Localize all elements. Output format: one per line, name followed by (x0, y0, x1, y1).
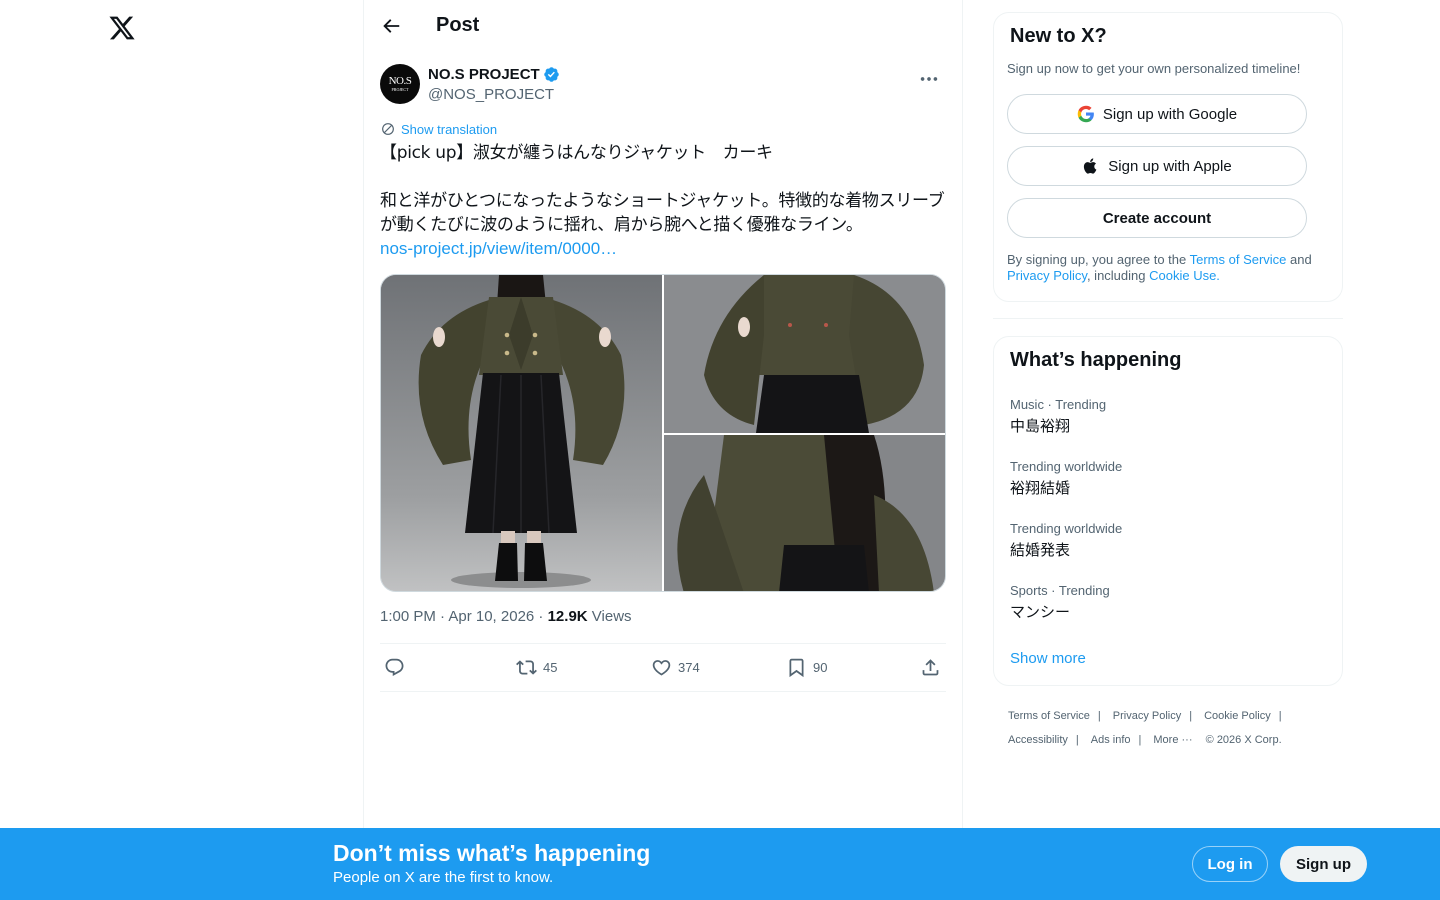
verified-badge-icon (543, 67, 559, 82)
privacy-policy-link[interactable]: Privacy Policy (1007, 268, 1087, 283)
footer-accessibility-link[interactable]: Accessibility (1008, 734, 1068, 746)
trend-name: 結婚発表 (1010, 541, 1071, 559)
repost-button[interactable]: 45 (516, 657, 557, 678)
x-logo-icon[interactable] (108, 14, 136, 42)
terms-including: , including (1086, 268, 1150, 283)
author-row: NO.S PROJECT NO.S PROJECT @NOS_PROJECT (380, 64, 946, 120)
apple-icon (1084, 158, 1097, 174)
trend-name: マンシー (1010, 603, 1071, 621)
trend-item[interactable]: Music · Trending 中島裕翔 (1010, 397, 1106, 436)
create-account-label: Create account (1102, 209, 1212, 227)
signup-google-button[interactable]: Sign up with Google (1007, 94, 1307, 134)
trend-context: Trending worldwide (1010, 521, 1123, 536)
avatar[interactable]: NO.S PROJECT (380, 64, 420, 104)
footer-separator: | (1138, 734, 1142, 746)
footer-separator: | (1075, 734, 1079, 746)
repost-icon (516, 660, 537, 675)
footer-links: Terms of Service | Privacy Policy | Cookie P… (1008, 704, 1338, 752)
footer-separator: | (1278, 710, 1282, 722)
signup-subtitle: Sign up now to get your own personalized… (1007, 61, 1301, 76)
trend-context: Trending worldwide (1010, 459, 1123, 474)
trend-item[interactable]: Trending worldwide 結婚発表 (1010, 521, 1122, 560)
author-name-row[interactable]: NO.S PROJECT (428, 66, 560, 83)
views-count: 12.9K (547, 608, 588, 625)
main-column: Post NO.S PROJECT NO.S PROJECT @NOS_PROJ… (363, 0, 963, 828)
footer-separator: | (1189, 710, 1193, 722)
media-grid (380, 274, 946, 592)
trend-item[interactable]: Sports · Trending マンシー (1010, 583, 1110, 622)
page-title: Post (436, 14, 480, 36)
heart-icon (652, 660, 671, 676)
footer-separator: | (1097, 710, 1101, 722)
signup-apple-label: Sign up with Apple (1108, 157, 1232, 175)
translate-icon (382, 123, 394, 135)
photo-2[interactable] (664, 275, 945, 433)
terms-and: and (1286, 252, 1312, 267)
banner-subtitle: People on X are the first to know. (333, 869, 554, 886)
tweet-text: 【pick up】淑女が纏うはんなりジャケット カーキ 和と洋がひとつになったよ… (380, 143, 945, 235)
footer-ads-link[interactable]: Ads info (1091, 734, 1131, 746)
action-bar: 45 374 90 (380, 643, 946, 692)
signup-button[interactable]: Sign up (1280, 846, 1367, 882)
signup-card: New to X? Sign up now to get your own pe… (993, 12, 1343, 302)
back-arrow-icon[interactable] (380, 15, 402, 37)
left-nav (0, 0, 363, 900)
tweet-link[interactable]: nos-project.jp/view/item/0000… (380, 237, 946, 261)
post-meta: 1:00 PM · Apr 10, 2026 · 12.9K Views (380, 608, 946, 628)
banner-title: Don’t miss what’s happening (333, 840, 651, 866)
footer-copyright: © 2026 X Corp. (1205, 734, 1282, 746)
signup-google-label: Sign up with Google (1102, 105, 1238, 123)
like-button[interactable]: 374 (651, 657, 700, 678)
show-more-link[interactable]: Show more (1010, 650, 1086, 667)
signup-terms: By signing up, you agree to the Terms of… (1007, 252, 1337, 284)
trend-item[interactable]: Trending worldwide 裕翔結婚 (1010, 459, 1122, 498)
footer-cookie-link[interactable]: Cookie Policy (1204, 710, 1271, 722)
show-translation-link[interactable]: Show translation (380, 119, 946, 139)
share-button[interactable] (920, 657, 941, 678)
more-options-icon[interactable] (918, 68, 940, 90)
terms-of-service-link[interactable]: Terms of Service (1190, 252, 1287, 267)
terms-prefix: By signing up, you agree to the (1007, 252, 1190, 267)
login-banner: Don’t miss what’s happening People on X … (0, 828, 1440, 900)
like-count: 374 (678, 660, 700, 675)
footer-privacy-link[interactable]: Privacy Policy (1113, 710, 1181, 722)
photo-3[interactable] (664, 435, 945, 591)
footer-tos-link[interactable]: Terms of Service (1008, 710, 1090, 722)
bookmark-button[interactable]: 90 (786, 657, 827, 678)
bookmark-count: 90 (813, 660, 828, 675)
trend-context: Music · Trending (1010, 397, 1107, 412)
google-icon (1077, 105, 1094, 123)
author-handle[interactable]: @NOS_PROJECT (428, 86, 554, 103)
repost-count: 45 (543, 660, 558, 675)
cookie-use-link[interactable]: Cookie Use. (1149, 268, 1220, 283)
trend-context: Sports · Trending (1010, 583, 1110, 598)
bookmark-icon (789, 658, 804, 678)
timestamp[interactable]: 1:00 PM · Apr 10, 2026 · (380, 608, 548, 625)
avatar-subtext: PROJECT (391, 87, 409, 92)
trend-name: 中島裕翔 (1010, 417, 1071, 435)
reply-icon (385, 658, 404, 676)
author-name[interactable]: NO.S PROJECT (428, 66, 540, 83)
divider (993, 318, 1343, 319)
signup-title: New to X? (1010, 25, 1107, 47)
login-button[interactable]: Log in (1192, 846, 1268, 882)
trends-title: What’s happening (1010, 349, 1182, 371)
trends-card: What’s happening Music · Trending 中島裕翔 T… (993, 336, 1343, 686)
share-icon (922, 659, 939, 676)
avatar-text: NO.S (388, 75, 412, 87)
post-header: Post (364, 0, 962, 53)
show-translation-label: Show translation (401, 121, 498, 137)
signup-apple-button[interactable]: Sign up with Apple (1007, 146, 1307, 186)
create-account-button[interactable]: Create account (1007, 198, 1307, 238)
photo-1[interactable] (381, 275, 662, 591)
post: NO.S PROJECT NO.S PROJECT @NOS_PROJECT S… (364, 64, 962, 692)
trend-name: 裕翔結婚 (1010, 479, 1071, 497)
reply-button[interactable] (384, 657, 405, 678)
footer-more-link[interactable]: More ··· (1153, 734, 1192, 746)
views-label: Views (587, 608, 632, 625)
